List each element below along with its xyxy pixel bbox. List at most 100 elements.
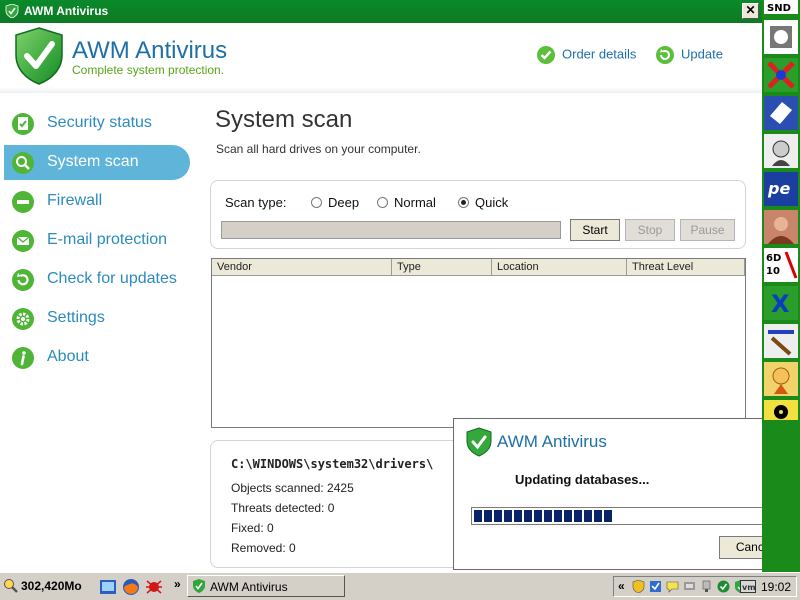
plug-tray-icon[interactable] — [700, 580, 713, 593]
disk-free-space: 302,420Mo — [21, 579, 82, 593]
page-title: System scan — [215, 106, 353, 133]
order-details-label: Order details — [562, 46, 637, 62]
magnifier-disk-icon[interactable] — [3, 578, 19, 594]
scan-controls-panel: Scan type: Deep Normal Quick Start Stop … — [210, 180, 746, 249]
sidebar-item-email-protection[interactable]: E-mail protection — [4, 223, 190, 258]
quicklaunch-chevron[interactable]: » — [174, 577, 181, 591]
toolbar-label-icon[interactable]: SND — [764, 0, 798, 14]
column-header-vendor[interactable]: Vendor — [212, 259, 392, 276]
desktop: AWM Antivirus ✕ AWM Antivirus Complete s… — [0, 0, 800, 600]
radio-quick-label: Quick — [475, 195, 509, 210]
network-tray-icon[interactable] — [649, 580, 662, 593]
shield-icon — [466, 427, 492, 457]
column-header-location[interactable]: Location — [492, 259, 627, 276]
app-header: AWM Antivirus Complete system protection… — [0, 23, 762, 93]
stop-button[interactable]: Stop — [625, 219, 675, 241]
sidebar-item-label: System scan — [47, 153, 139, 170]
sidebar-item-label: Check for updates — [47, 270, 177, 287]
character-icon[interactable] — [764, 362, 798, 396]
shield-logo-icon — [15, 27, 63, 85]
order-details-link[interactable]: Order details — [536, 45, 636, 65]
update-link[interactable]: Update — [655, 45, 723, 65]
title-bar[interactable]: AWM Antivirus ✕ — [0, 0, 762, 23]
scan-type-label: Scan type: — [225, 195, 287, 210]
removed-count: Removed: 0 — [231, 541, 296, 555]
update-progress-fill — [474, 510, 615, 522]
sidebar-item-system-scan[interactable]: System scan — [4, 145, 190, 180]
envelope-icon — [12, 230, 34, 252]
shield-icon — [193, 579, 205, 593]
scan-progress-bar — [221, 221, 561, 239]
antivirus-tray-icon[interactable] — [717, 580, 730, 593]
app-tagline: Complete system protection. — [72, 63, 225, 77]
page-subtitle: Scan all hard drives on your computer. — [216, 142, 421, 156]
sidebar-item-label: About — [47, 348, 89, 365]
desktop-quicklaunch-icon[interactable] — [99, 578, 117, 596]
barcode-icon[interactable]: 6D10 — [764, 248, 798, 282]
refresh-icon — [656, 46, 674, 64]
hammer-icon[interactable] — [764, 324, 798, 358]
radio-deep[interactable]: Deep — [311, 195, 359, 210]
svg-text:pe: pe — [767, 179, 790, 198]
monitor-tray-icon[interactable] — [683, 580, 696, 593]
shield-icon — [5, 4, 19, 18]
clipboard-check-icon — [12, 113, 34, 135]
puzzle-icon[interactable] — [764, 20, 798, 54]
sidebar-item-label: E-mail protection — [47, 231, 168, 248]
threats-detected: Threats detected: 0 — [231, 501, 335, 515]
sidebar-item-about[interactable]: About — [4, 340, 190, 375]
taskbar-button-awm-antivirus[interactable]: AWM Antivirus — [187, 575, 345, 597]
sidebar-item-settings[interactable]: Settings — [4, 301, 190, 336]
radio-quick[interactable]: Quick — [458, 195, 508, 210]
column-header-threat-level[interactable]: Threat Level — [627, 259, 745, 276]
gear-icon — [12, 308, 34, 330]
eraser-icon[interactable] — [764, 96, 798, 130]
threats-table[interactable]: Vendor Type Location Threat Level — [211, 258, 746, 428]
column-header-type[interactable]: Type — [392, 259, 492, 276]
radio-circle — [377, 197, 388, 208]
magnifier-icon — [12, 152, 34, 174]
taskbar: 302,420Mo » AWM Antivirus « vm 19:02 — [0, 572, 800, 600]
update-label: Update — [681, 46, 723, 62]
info-icon — [12, 347, 34, 369]
close-button[interactable]: ✕ — [742, 3, 759, 19]
taskbar-clock[interactable]: 19:02 — [761, 580, 791, 594]
window-title: AWM Antivirus — [24, 4, 109, 18]
firefox-icon[interactable] — [122, 578, 140, 596]
radiation-icon[interactable] — [764, 400, 798, 420]
dialog-title: AWM Antivirus — [497, 432, 607, 451]
svg-text:SND: SND — [767, 3, 791, 14]
tools-icon[interactable] — [764, 58, 798, 92]
app-name: AWM Antivirus — [72, 37, 228, 64]
objects-scanned: Objects scanned: 2425 — [231, 481, 354, 495]
svg-text:X: X — [771, 290, 790, 318]
sidebar-item-security-status[interactable]: Security status — [4, 106, 190, 141]
sidebar-item-label: Settings — [47, 309, 105, 326]
fixed-count: Fixed: 0 — [231, 521, 274, 535]
shield-tray-icon[interactable] — [632, 580, 645, 593]
svg-text:10: 10 — [766, 266, 780, 277]
system-tray: « vm 19:02 — [613, 576, 797, 597]
sidebar-item-label: Firewall — [47, 192, 103, 209]
portrait-icon[interactable] — [764, 134, 798, 168]
pe-explorer-icon[interactable]: pe — [764, 172, 798, 206]
radio-normal-label: Normal — [394, 195, 436, 210]
current-scan-path: C:\WINDOWS\system32\drivers\ — [231, 457, 434, 471]
sidebar-item-firewall[interactable]: Firewall — [4, 184, 190, 219]
tray-expand-chevron[interactable]: « — [618, 579, 625, 593]
vm-tray-icon[interactable]: vm — [740, 580, 756, 593]
pause-button[interactable]: Pause — [680, 219, 735, 241]
x-tool-icon[interactable]: X — [764, 286, 798, 320]
bug-icon[interactable] — [145, 578, 163, 596]
photo-icon[interactable] — [764, 210, 798, 244]
chat-tray-icon[interactable] — [666, 580, 679, 593]
radio-normal[interactable]: Normal — [377, 195, 436, 210]
svg-text:6D: 6D — [766, 253, 781, 264]
update-dialog: AWM Antivirus Updating databases... Canc… — [453, 418, 799, 570]
radio-circle — [311, 197, 322, 208]
desktop-icon-strip: SND pe 6D 10 X — [762, 0, 800, 572]
start-button[interactable]: Start — [570, 219, 620, 241]
sidebar-item-check-for-updates[interactable]: Check for updates — [4, 262, 190, 297]
dialog-message: Updating databases... — [515, 472, 650, 487]
taskbar-button-label: AWM Antivirus — [210, 580, 288, 594]
